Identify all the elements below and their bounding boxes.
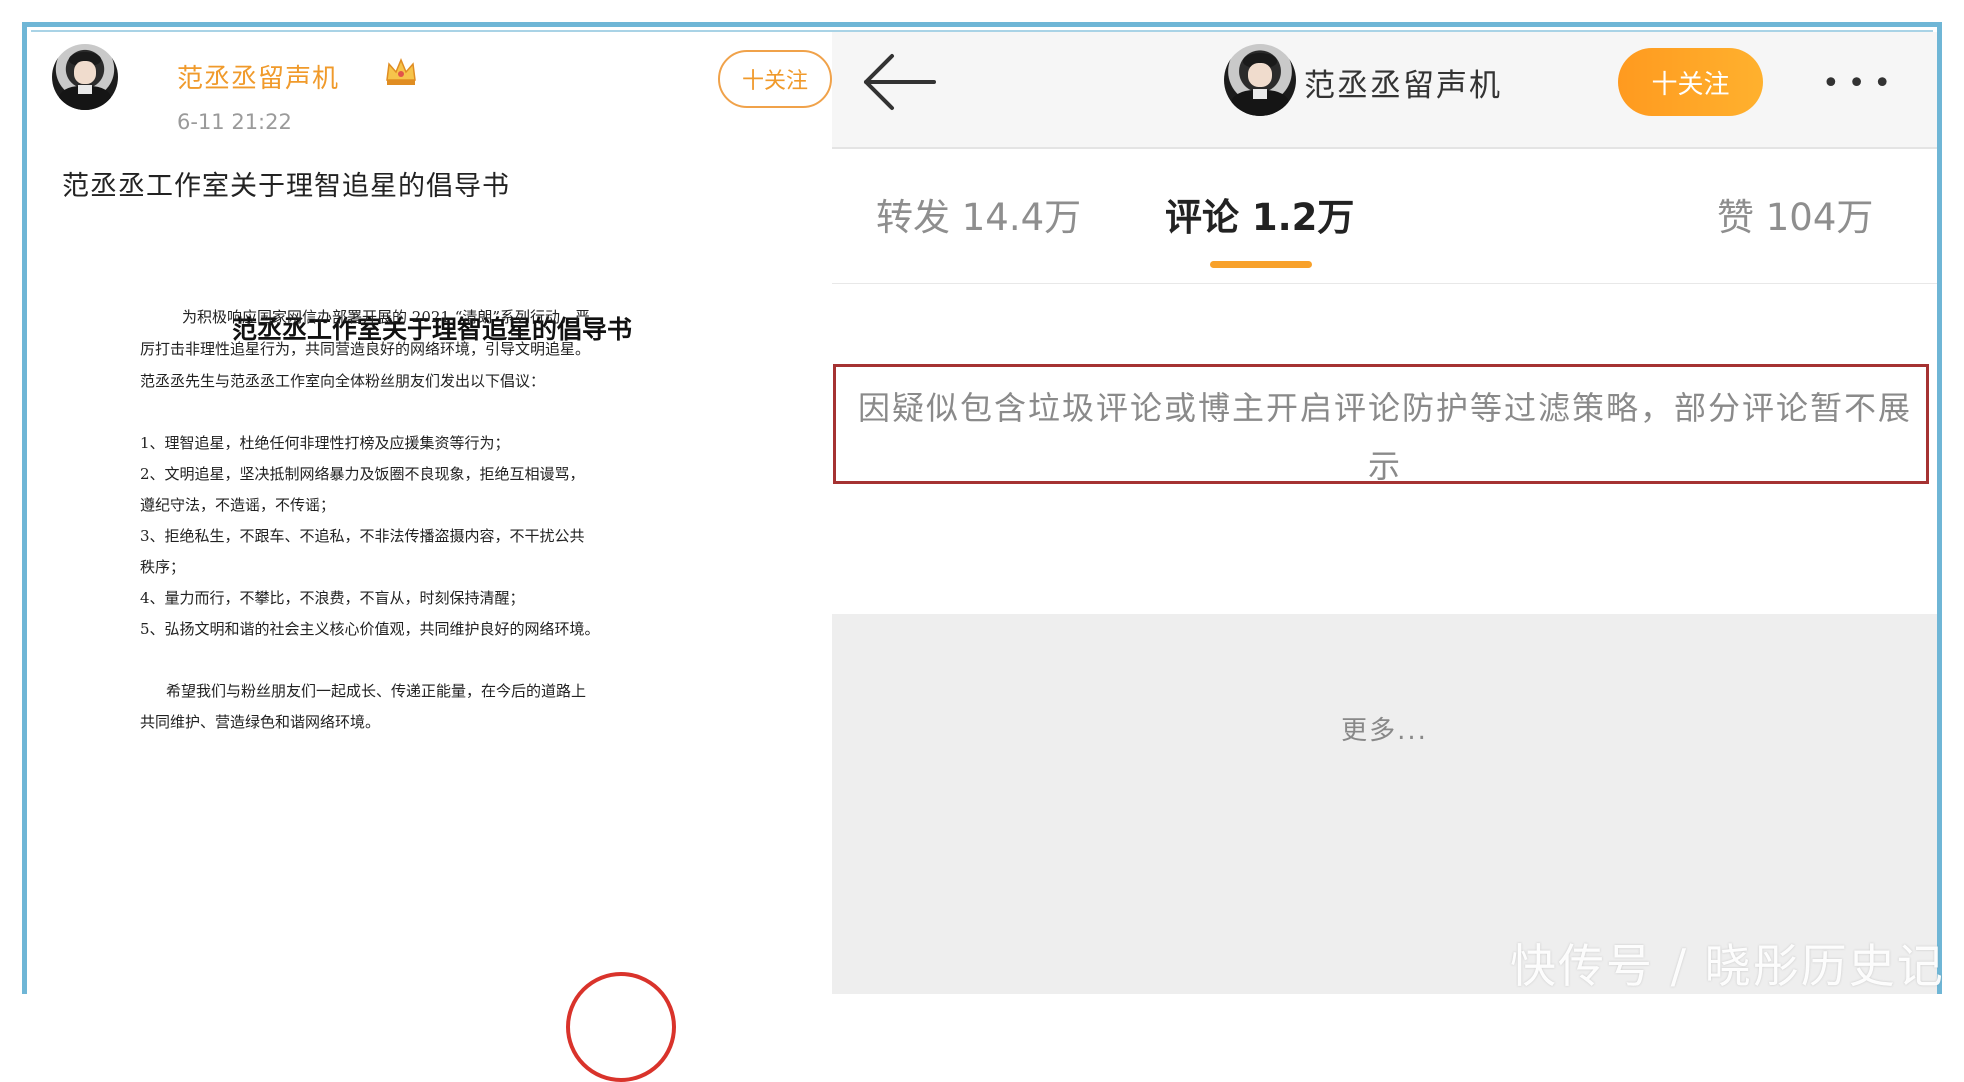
follow-button[interactable]: 十关注	[718, 50, 832, 108]
document-line: 秩序；	[140, 558, 186, 576]
watermark: 快传号 / 晓彤历史记	[1510, 939, 1945, 993]
tab-comments[interactable]: 评论 1.2万	[1165, 187, 1354, 241]
document-line: 为积极响应国家网信办部署开展的 2021 “清朗”系列行动，严	[182, 308, 591, 326]
more-options-icon[interactable]: •••	[1822, 66, 1899, 101]
comment-filter-notice: 因疑似包含垃圾评论或博主开启评论防护等过滤策略，部分评论暂不展示	[833, 364, 1929, 485]
post-tabs: 转发 14.4万 评论 1.2万 赞 104万	[832, 149, 1937, 284]
document-line: 遵纪守法，不造谣，不传谣；	[140, 496, 336, 514]
navigation-bar: 范丞丞留声机 十关注 •••	[832, 32, 1937, 149]
document-line: 共同维护、营造绿色和谐网络环境。	[140, 713, 381, 731]
more-link[interactable]: 更多...	[832, 710, 1937, 747]
author-name[interactable]: 范丞丞留声机	[1304, 60, 1502, 105]
document-line: 5、弘扬文明和谐的社会主义核心价值观，共同维护良好的网络环境。	[140, 620, 600, 638]
author-avatar[interactable]	[1224, 44, 1296, 116]
tab-likes[interactable]: 赞 104万	[1717, 187, 1873, 241]
document-line: 2、文明追星，坚决抵制网络暴力及饭圈不良现象，拒绝互相谩骂，	[140, 465, 585, 483]
follow-button[interactable]: 十关注	[1618, 48, 1763, 116]
comments-page-panel: 范丞丞留声机 十关注 ••• 转发 14.4万 评论 1.2万 赞 104万 因…	[832, 32, 1937, 994]
tab-reposts[interactable]: 转发 14.4万	[876, 187, 1081, 241]
frame-border-left	[22, 22, 27, 994]
author-avatar[interactable]	[52, 44, 118, 110]
crown-icon	[386, 58, 416, 85]
back-arrow-icon[interactable]	[858, 50, 938, 114]
document-line: 范丞丞先生与范丞丞工作室向全体粉丝朋友们发出以下倡议：	[140, 372, 546, 390]
document-line: 希望我们与粉丝朋友们一起成长、传递正能量，在今后的道路上	[166, 682, 587, 700]
document-line: 厉打击非理性追星行为，共同营造良好的网络环境，引导文明追星。	[140, 340, 591, 358]
document-line: 3、拒绝私生，不跟车、不追私，不非法传播盗摄内容，不干扰公共	[140, 527, 585, 545]
frame-border-right	[1937, 22, 1942, 994]
document-line: 1、理智追星，杜绝任何非理性打榜及应援集资等行为；	[140, 434, 510, 452]
frame-border-top	[22, 22, 1942, 27]
document-line: 4、量力而行，不攀比，不浪费，不盲从，时刻保持清醒；	[140, 589, 525, 607]
post-text: 范丞丞工作室关于理智追星的倡导书	[62, 171, 510, 202]
author-name[interactable]: 范丞丞留声机	[177, 58, 339, 95]
weibo-post-panel: 范丞丞留声机 6-11 21:22 十关注 范丞丞工作室关于理智追星的倡导书 范…	[32, 32, 832, 1082]
active-tab-indicator	[1210, 261, 1312, 268]
official-seal	[566, 972, 676, 1082]
post-timestamp: 6-11 21:22	[177, 110, 292, 134]
notice-text: 因疑似包含垃圾评论或博主开启评论防护等过滤策略，部分评论暂不展示	[857, 389, 1912, 485]
